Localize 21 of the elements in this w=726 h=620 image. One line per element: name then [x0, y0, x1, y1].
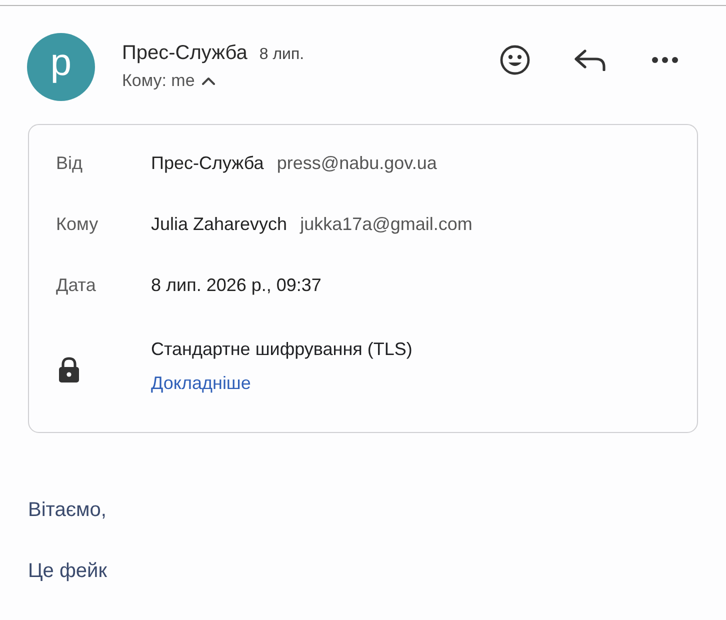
encryption-text: Стандартне шифрування (TLS)	[151, 339, 412, 359]
field-value: Julia Zaharevych	[151, 213, 288, 236]
field-value: Прес-Служба	[151, 152, 264, 175]
field-value: 8 лип. 2026 р., 09:37	[151, 274, 322, 297]
learn-more-link[interactable]: Докладніше	[151, 373, 251, 393]
field-label: Дата	[56, 274, 97, 297]
more-icon[interactable]	[652, 57, 678, 63]
field-label: Від	[56, 152, 84, 175]
smiley-icon[interactable]	[500, 45, 530, 75]
email-address: press@nabu.gov.ua	[276, 152, 437, 175]
reply-icon[interactable]	[574, 49, 606, 71]
recipient-summary[interactable]: Кому: me	[122, 69, 195, 93]
body-text: Це фейк	[28, 560, 107, 582]
field-label: Кому	[56, 213, 100, 236]
body-text: Вітаємо,	[28, 499, 106, 521]
message-date: 8 лип.	[259, 45, 304, 65]
caret-icon[interactable]	[202, 77, 215, 85]
avatar: p	[27, 33, 95, 101]
sender-name: Прес-Служба	[122, 41, 248, 66]
email-address: jukka17a@gmail.com	[300, 213, 472, 236]
lock-icon	[58, 357, 80, 384]
